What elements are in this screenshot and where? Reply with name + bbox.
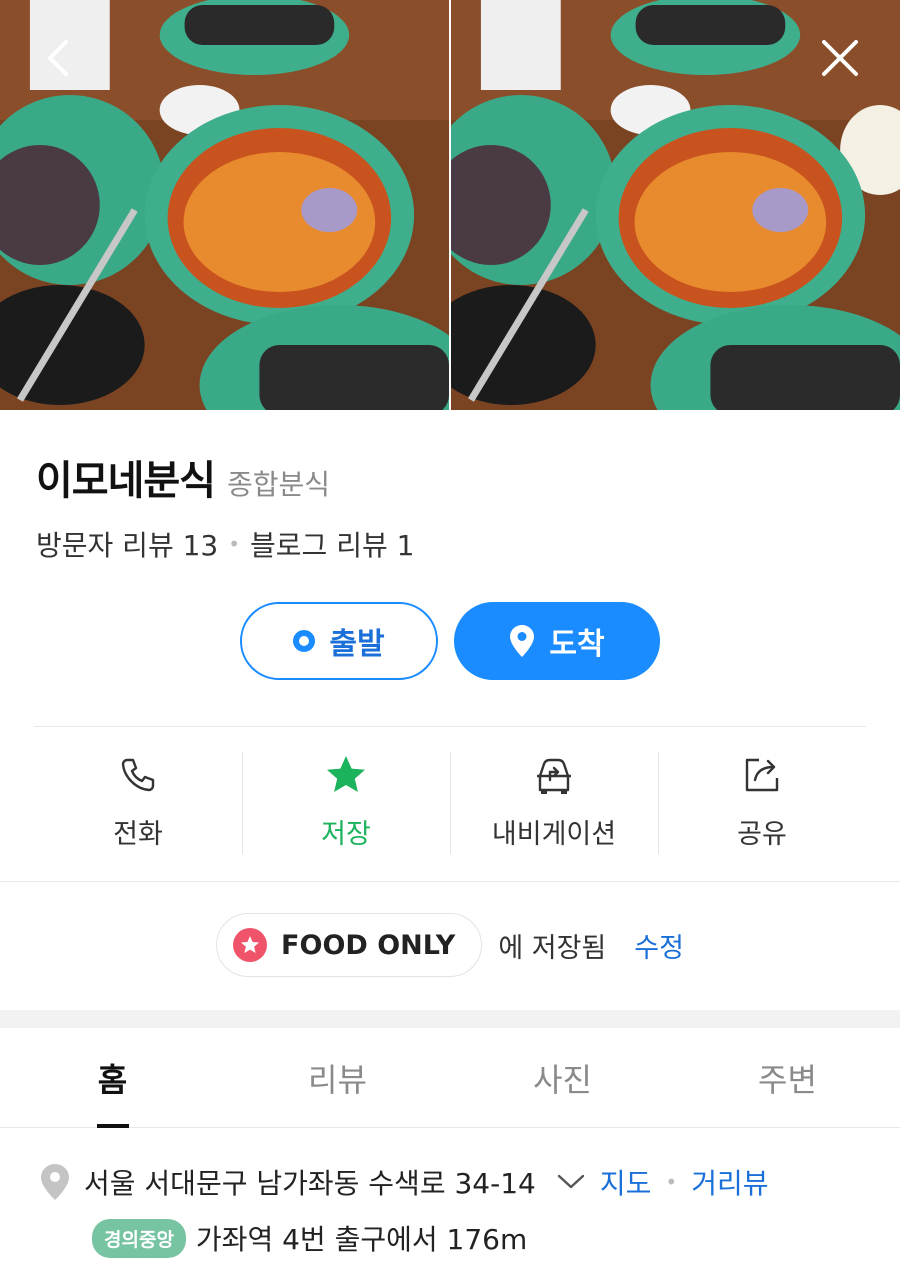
back-button[interactable]	[30, 28, 90, 88]
subway-line-badge: 경의중앙	[92, 1218, 186, 1258]
station-row: 경의중앙 가좌역 4번 출구에서 176m	[92, 1218, 527, 1258]
depart-button[interactable]: 출발	[240, 602, 438, 680]
section-gap	[0, 1010, 900, 1028]
restaurant-photo-2[interactable]	[451, 0, 900, 410]
origin-dot-icon	[293, 630, 316, 652]
visitor-reviews-link[interactable]: 방문자 리뷰 13	[36, 524, 218, 564]
place-name: 이모네분식	[36, 458, 216, 504]
call-label: 전화	[113, 819, 163, 850]
share-icon	[745, 758, 779, 792]
location-pin-icon	[41, 1164, 69, 1200]
tab-reviews[interactable]: 리뷰	[225, 1028, 450, 1127]
saved-status-text: 에 저장됨	[498, 932, 607, 964]
depart-label: 출발	[329, 627, 385, 662]
save-button[interactable]: 저장	[242, 752, 450, 854]
saved-folder-row: FOOD ONLY 에 저장됨 수정	[0, 913, 900, 977]
call-button[interactable]: 전화	[34, 752, 242, 854]
star-icon	[327, 756, 365, 792]
station-distance-text: 가좌역 4번 출구에서 176m	[195, 1223, 528, 1256]
title-row: 이모네분식 종합분식	[36, 448, 330, 506]
folder-star-icon	[233, 928, 268, 962]
route-buttons: 출발 도착	[0, 602, 900, 680]
tab-nearby[interactable]: 주변	[675, 1028, 900, 1127]
address-text: 서울 서대문구 남가좌동 수색로 34-14	[84, 1167, 536, 1200]
review-summary: 방문자 리뷰 13 • 블로그 리뷰 1	[36, 524, 414, 564]
map-link[interactable]: 지도	[600, 1162, 652, 1202]
navigation-label: 내비게이션	[491, 819, 617, 850]
saved-folder-chip[interactable]: FOOD ONLY	[216, 913, 483, 977]
chevron-left-icon	[48, 40, 68, 76]
share-button[interactable]: 공유	[658, 752, 866, 854]
close-button[interactable]	[810, 28, 870, 88]
car-navigation-icon	[537, 758, 571, 794]
tab-home[interactable]: 홈	[0, 1028, 225, 1128]
share-label: 공유	[737, 819, 787, 850]
divider	[0, 881, 900, 882]
place-category: 종합분식	[227, 468, 331, 501]
tab-bar: 홈 리뷰 사진 주변	[0, 1028, 900, 1128]
address-row: 서울 서대문구 남가좌동 수색로 34-14 지도 • 거리뷰	[40, 1162, 768, 1202]
separator-dot: •	[228, 532, 241, 556]
tab-photos[interactable]: 사진	[450, 1028, 675, 1127]
save-label: 저장	[321, 819, 371, 850]
location-pin-icon	[510, 625, 535, 657]
street-view-link[interactable]: 거리뷰	[691, 1162, 768, 1202]
chevron-down-icon[interactable]	[556, 1172, 586, 1192]
navigation-button[interactable]: 내비게이션	[450, 752, 658, 854]
folder-name: FOOD ONLY	[281, 929, 456, 961]
restaurant-photo-1[interactable]	[0, 0, 449, 410]
photo-gallery[interactable]	[0, 0, 900, 410]
separator-dot: •	[665, 1170, 678, 1194]
phone-icon	[121, 758, 155, 792]
divider	[34, 726, 866, 727]
action-bar: 전화 저장 내비게이션 공유	[34, 752, 866, 854]
blog-reviews-link[interactable]: 블로그 리뷰 1	[250, 524, 414, 564]
arrive-label: 도착	[549, 627, 605, 662]
edit-saved-link[interactable]: 수정	[634, 926, 684, 965]
arrive-button[interactable]: 도착	[454, 602, 660, 680]
close-icon	[822, 40, 858, 76]
